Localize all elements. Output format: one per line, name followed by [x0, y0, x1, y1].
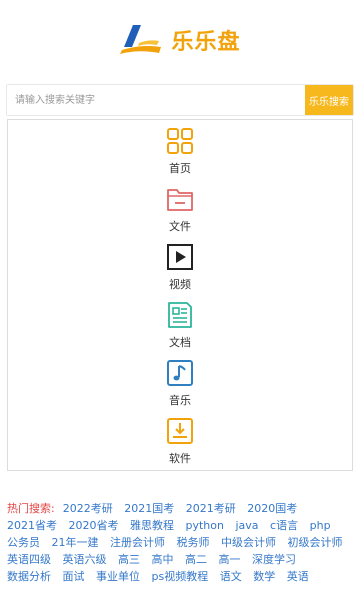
hot-tag-list: 2022考研 2021国考 2021考研 2020国考 2021省考 2020省… [7, 502, 351, 583]
search-button[interactable]: 乐乐搜索 [305, 85, 353, 115]
hot-tag[interactable]: 注册会计师 [110, 536, 165, 549]
hot-searches: 热门搜索: 2022考研 2021国考 2021考研 2020国考 2021省考 … [7, 500, 353, 585]
hot-tag[interactable]: 税务师 [177, 536, 210, 549]
nav-item-music[interactable]: 音乐 [8, 358, 352, 416]
nav-label-files: 文件 [169, 220, 191, 233]
hot-tag[interactable]: 面试 [63, 570, 85, 583]
hot-tag[interactable]: 2022考研 [63, 502, 113, 515]
hot-tag[interactable]: 高二 [185, 553, 207, 566]
nav-item-video[interactable]: 视频 [8, 242, 352, 300]
hot-tag[interactable]: java [235, 519, 258, 532]
nav-label-docs: 文档 [169, 336, 191, 349]
search-bar: 乐乐搜索 [6, 84, 354, 116]
document-icon [168, 302, 192, 328]
hot-tag[interactable]: php [310, 519, 331, 532]
hot-tag[interactable]: 语文 [220, 570, 242, 583]
logo[interactable]: 乐乐盘 [119, 23, 240, 57]
nav-item-home[interactable]: 首页 [8, 126, 352, 184]
grid-icon [167, 128, 193, 154]
hot-tag[interactable]: 2020省考 [69, 519, 119, 532]
nav-item-software[interactable]: 软件 [8, 416, 352, 474]
hot-tag[interactable]: 21年一建 [52, 536, 99, 549]
folder-icon [167, 189, 193, 211]
hot-tag[interactable]: python [186, 519, 224, 532]
nav-label-music: 音乐 [169, 394, 191, 407]
hot-tag[interactable]: 雅思教程 [130, 519, 174, 532]
hot-tag[interactable]: 2021省考 [7, 519, 57, 532]
hot-tag[interactable]: 英语六级 [63, 553, 107, 566]
logo-mark-icon [120, 25, 162, 54]
hot-tag[interactable]: 初级会计师 [288, 536, 343, 549]
nav-label-home: 首页 [169, 162, 191, 175]
video-play-icon [167, 244, 193, 270]
search-input[interactable] [7, 85, 305, 115]
hot-tag[interactable]: 高一 [219, 553, 241, 566]
hot-tag[interactable]: c语言 [270, 519, 298, 532]
nav-item-files[interactable]: 文件 [8, 184, 352, 242]
hot-tag[interactable]: 英语 [287, 570, 309, 583]
brand-name: 乐乐盘 [171, 30, 241, 55]
hot-tag[interactable]: 事业单位 [96, 570, 140, 583]
hot-tag[interactable]: 2021国考 [124, 502, 174, 515]
app-header: 乐乐盘 [0, 0, 360, 80]
nav-label-video: 视频 [169, 278, 191, 291]
category-nav: 首页 文件 视频 文档 音乐 软件 [7, 119, 353, 471]
hot-tag[interactable]: 2021考研 [186, 502, 236, 515]
hot-tag[interactable]: 高三 [118, 553, 140, 566]
hot-tag[interactable]: ps视频教程 [152, 570, 209, 583]
hot-tag[interactable]: 公务员 [7, 536, 40, 549]
hot-tag[interactable]: 深度学习 [252, 553, 296, 566]
download-tray-icon [167, 418, 193, 444]
hot-tag[interactable]: 数据分析 [7, 570, 51, 583]
hot-tag[interactable]: 数学 [253, 570, 275, 583]
nav-label-software: 软件 [169, 452, 191, 465]
hot-searches-title: 热门搜索: [7, 502, 55, 515]
hot-tag[interactable]: 高中 [152, 553, 174, 566]
hot-tag[interactable]: 2020国考 [247, 502, 297, 515]
hot-tag[interactable]: 英语四级 [7, 553, 51, 566]
hot-tag[interactable]: 中级会计师 [221, 536, 276, 549]
nav-item-docs[interactable]: 文档 [8, 300, 352, 358]
music-note-icon [167, 360, 193, 386]
nav-list: 首页 文件 视频 文档 音乐 软件 [8, 120, 352, 474]
